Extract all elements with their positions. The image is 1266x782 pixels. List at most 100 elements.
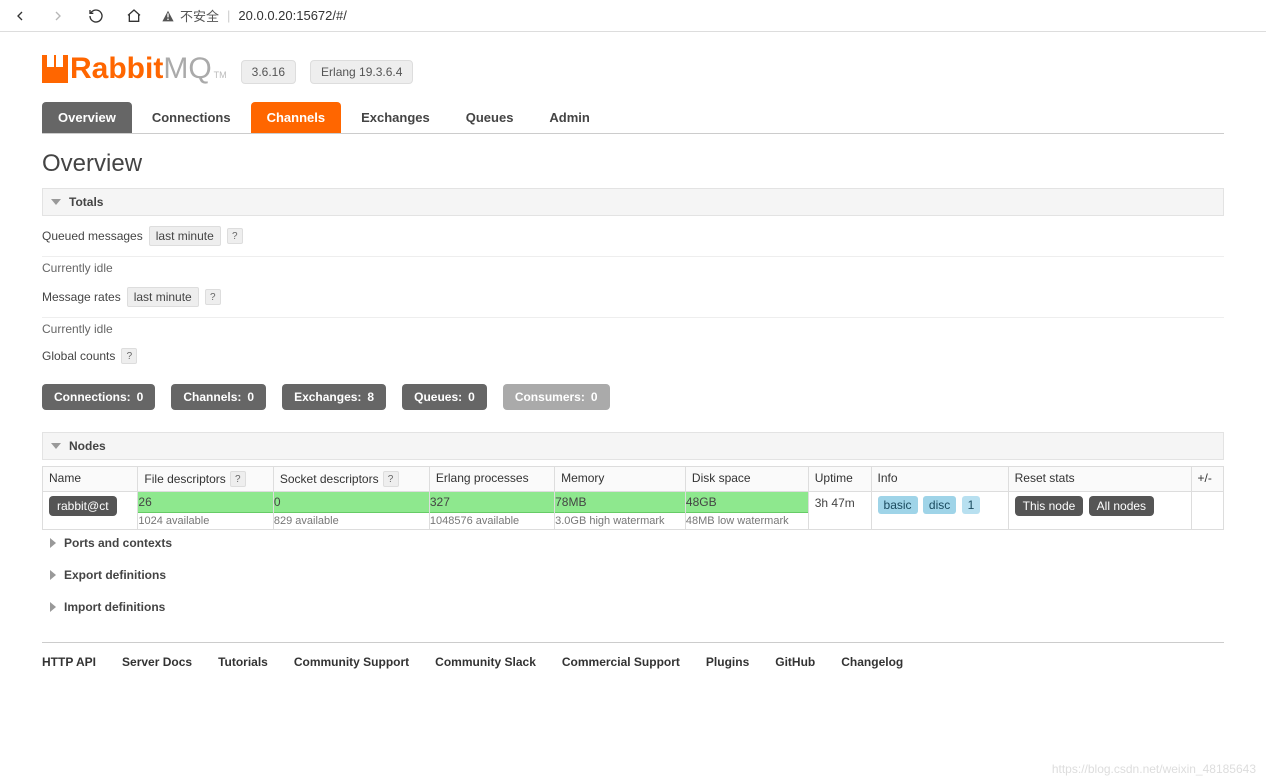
- channels-count[interactable]: Channels:0: [171, 384, 266, 410]
- tab-queues[interactable]: Queues: [450, 102, 530, 133]
- footer-links: HTTP API Server Docs Tutorials Community…: [42, 642, 1224, 709]
- queued-label: Queued messages: [42, 229, 143, 243]
- global-counts-label: Global counts: [42, 349, 115, 363]
- logo-text-right: MQ: [163, 52, 211, 85]
- help-icon[interactable]: ?: [230, 471, 246, 487]
- version-pill: 3.6.16: [241, 60, 296, 84]
- help-icon[interactable]: ?: [227, 228, 243, 244]
- footer-link[interactable]: Changelog: [841, 655, 903, 669]
- rates-idle-text: Currently idle: [42, 318, 1224, 344]
- col-plusminus[interactable]: +/-: [1191, 467, 1223, 492]
- section-nodes-header[interactable]: Nodes: [42, 432, 1224, 460]
- back-button[interactable]: [8, 4, 32, 28]
- section-export-label: Export definitions: [64, 568, 166, 582]
- col-sd: Socket descriptors?: [273, 467, 429, 492]
- section-totals-label: Totals: [69, 195, 103, 209]
- chevron-right-icon: [50, 538, 56, 548]
- sd-value: 0: [274, 492, 429, 513]
- home-button[interactable]: [122, 4, 146, 28]
- nodes-table: Name File descriptors? Socket descriptor…: [42, 466, 1224, 530]
- tab-exchanges[interactable]: Exchanges: [345, 102, 446, 133]
- section-ports-header[interactable]: Ports and contexts: [42, 530, 1224, 556]
- chevron-down-icon: [51, 443, 61, 449]
- mem-value: 78MB: [555, 492, 685, 513]
- refresh-button[interactable]: [84, 4, 108, 28]
- col-info: Info: [871, 467, 1008, 492]
- footer-link[interactable]: Server Docs: [122, 655, 192, 669]
- footer-link[interactable]: Community Slack: [435, 655, 536, 669]
- header: RabbitMQ TM 3.6.16 Erlang 19.3.6.4: [42, 52, 1224, 86]
- table-row: rabbit@ct 261024 available 0829 availabl…: [43, 492, 1224, 530]
- col-uptime: Uptime: [808, 467, 871, 492]
- table-header-row: Name File descriptors? Socket descriptor…: [43, 467, 1224, 492]
- queued-range-dropdown[interactable]: last minute: [149, 226, 221, 246]
- queued-idle-text: Currently idle: [42, 257, 1224, 283]
- section-ports-label: Ports and contexts: [64, 536, 172, 550]
- col-ep: Erlang processes: [429, 467, 554, 492]
- footer-link[interactable]: Tutorials: [218, 655, 268, 669]
- section-import-header[interactable]: Import definitions: [42, 594, 1224, 620]
- disk-sub: 48MB low watermark: [686, 513, 808, 529]
- exchanges-count[interactable]: Exchanges:8: [282, 384, 386, 410]
- forward-button[interactable]: [46, 4, 70, 28]
- reset-this-node-button[interactable]: This node: [1015, 496, 1084, 516]
- tab-channels[interactable]: Channels: [251, 102, 342, 133]
- main-tabs: Overview Connections Channels Exchanges …: [42, 102, 1224, 134]
- footer-link[interactable]: Commercial Support: [562, 655, 680, 669]
- node-name[interactable]: rabbit@ct: [49, 496, 117, 516]
- footer-link[interactable]: GitHub: [775, 655, 815, 669]
- connections-count[interactable]: Connections:0: [42, 384, 155, 410]
- erlang-version-pill: Erlang 19.3.6.4: [310, 60, 413, 84]
- queued-messages-row: Queued messages last minute ?: [42, 222, 1224, 257]
- logo: RabbitMQ TM: [42, 52, 227, 86]
- help-icon[interactable]: ?: [383, 471, 399, 487]
- browser-toolbar: 不安全 | 20.0.0.20:15672/#/: [0, 0, 1266, 32]
- message-rates-row: Message rates last minute ?: [42, 283, 1224, 318]
- footer-link[interactable]: Plugins: [706, 655, 749, 669]
- insecure-warning: 不安全: [160, 6, 219, 25]
- help-icon[interactable]: ?: [205, 289, 221, 305]
- tab-overview[interactable]: Overview: [42, 102, 132, 133]
- info-disc-badge[interactable]: disc: [923, 496, 956, 514]
- global-counts: Connections:0 Channels:0 Exchanges:8 Que…: [42, 384, 1224, 410]
- help-icon[interactable]: ?: [121, 348, 137, 364]
- col-disk: Disk space: [685, 467, 808, 492]
- col-reset: Reset stats: [1008, 467, 1191, 492]
- queues-count[interactable]: Queues:0: [402, 384, 487, 410]
- address-bar[interactable]: 不安全 | 20.0.0.20:15672/#/: [160, 6, 1258, 25]
- logo-text-left: Rabbit: [70, 52, 163, 85]
- logo-tm: TM: [214, 70, 227, 80]
- tab-connections[interactable]: Connections: [136, 102, 247, 133]
- fd-sub: 1024 available: [138, 513, 272, 529]
- global-counts-row: Global counts ?: [42, 344, 1224, 370]
- tab-admin[interactable]: Admin: [533, 102, 605, 133]
- rates-label: Message rates: [42, 290, 121, 304]
- footer-link[interactable]: HTTP API: [42, 655, 96, 669]
- disk-value: 48GB: [686, 492, 808, 513]
- chevron-right-icon: [50, 602, 56, 612]
- ep-value: 327: [430, 492, 554, 513]
- divider: |: [227, 8, 230, 23]
- sd-sub: 829 available: [274, 513, 429, 529]
- url-text: 20.0.0.20:15672/#/: [238, 8, 346, 23]
- consumers-count[interactable]: Consumers:0: [503, 384, 610, 410]
- chevron-right-icon: [50, 570, 56, 580]
- section-nodes-label: Nodes: [69, 439, 106, 453]
- section-totals-header[interactable]: Totals: [42, 188, 1224, 216]
- rabbitmq-icon: [42, 55, 68, 83]
- col-name: Name: [43, 467, 138, 492]
- uptime-value: 3h 47m: [808, 492, 871, 530]
- info-count-badge[interactable]: 1: [962, 496, 981, 514]
- ep-sub: 1048576 available: [430, 513, 554, 529]
- mem-sub: 3.0GB high watermark: [555, 513, 685, 529]
- info-basic-badge[interactable]: basic: [878, 496, 918, 514]
- warning-icon: [160, 8, 176, 24]
- footer-link[interactable]: Community Support: [294, 655, 409, 669]
- col-fd: File descriptors?: [138, 467, 273, 492]
- rates-range-dropdown[interactable]: last minute: [127, 287, 199, 307]
- page-title: Overview: [42, 150, 1224, 178]
- chevron-down-icon: [51, 199, 61, 205]
- reset-all-nodes-button[interactable]: All nodes: [1089, 496, 1154, 516]
- section-export-header[interactable]: Export definitions: [42, 562, 1224, 588]
- col-mem: Memory: [555, 467, 686, 492]
